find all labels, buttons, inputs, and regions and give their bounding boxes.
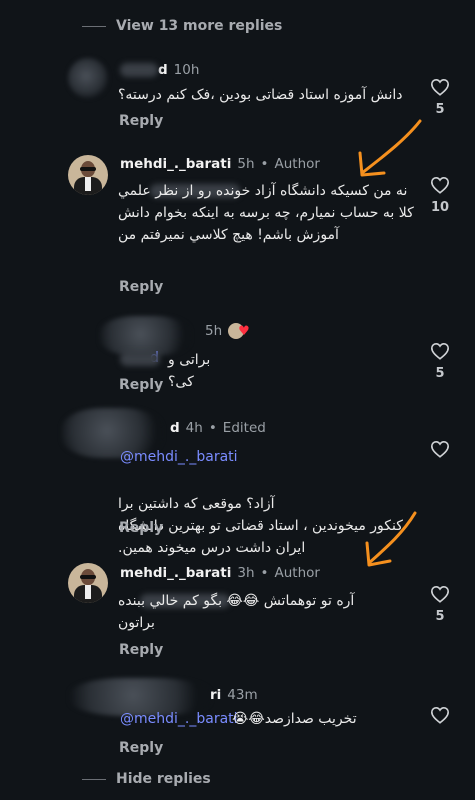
view-more-label: View 13 more replies (116, 18, 283, 34)
like-count: 5 (435, 102, 445, 117)
hide-label: Hide replies (116, 771, 211, 787)
timestamp: 3h (237, 565, 255, 581)
comment-meta: mehdi_._barati 5h • Author (120, 156, 320, 172)
heart-outline-icon (430, 440, 450, 458)
like-count: 10 (430, 200, 450, 215)
timestamp: 4h (185, 420, 203, 436)
heart-outline-icon (430, 176, 450, 194)
username-suffix[interactable]: ri (210, 687, 221, 703)
comment-text: نه من کسیکه دانشگاه آزاد خونده رو از نظر… (118, 183, 414, 243)
comment-meta: ri 43m (210, 687, 258, 703)
comment-text: براتی و کی؟ (168, 352, 211, 390)
thread-line (82, 25, 106, 27)
comment-meta: d 10h (120, 62, 199, 78)
thread-line (82, 778, 106, 780)
separator-dot: • (260, 156, 269, 172)
like-button[interactable]: 5 (428, 78, 452, 117)
reply-button[interactable]: Reply (119, 642, 163, 658)
username[interactable]: mehdi_._barati (120, 156, 231, 172)
avatar[interactable] (68, 563, 108, 603)
avatar[interactable] (68, 155, 108, 195)
reply-button[interactable]: Reply (119, 113, 163, 129)
comment-meta: d 4h • Edited (170, 420, 266, 436)
author-liked-avatar: ♥ (228, 323, 250, 339)
reply-button[interactable]: Reply (119, 279, 163, 295)
like-button[interactable]: 5 (428, 342, 452, 381)
hide-replies[interactable]: Hide replies (82, 771, 211, 787)
like-button[interactable] (428, 440, 452, 458)
username-suffix[interactable]: d (158, 62, 168, 78)
timestamp: 43m (227, 687, 258, 703)
comment-text: تخریب صدازصد😂😭 (232, 711, 357, 727)
orange-arrow-annotation (365, 511, 417, 567)
avatar[interactable] (68, 58, 108, 98)
like-button[interactable]: 10 (428, 176, 452, 215)
heart-outline-icon (430, 585, 450, 603)
orange-arrow-annotation (358, 119, 422, 177)
author-badge: Author (274, 156, 320, 172)
heart-outline-icon (430, 342, 450, 360)
username[interactable]: mehdi_._barati (120, 565, 231, 581)
edited-label: Edited (222, 420, 266, 436)
author-badge: Author (274, 565, 320, 581)
heart-outline-icon (430, 78, 450, 96)
like-button[interactable] (428, 706, 452, 724)
blurred-mention (120, 352, 160, 366)
heart-filled-icon: ♥ (238, 324, 250, 339)
timestamp: 10h (173, 62, 200, 78)
like-count: 5 (435, 366, 445, 381)
reply-button[interactable]: Reply (119, 520, 163, 536)
heart-outline-icon (430, 706, 450, 724)
view-more-replies[interactable]: View 13 more replies (82, 18, 282, 34)
comment-meta: mehdi_._barati 3h • Author (120, 565, 320, 581)
separator-dot: • (260, 565, 269, 581)
separator-dot: • (208, 420, 217, 436)
reply-button[interactable]: Reply (119, 740, 163, 756)
comment-text: آره تو توهماتش 😂😂 بگو کم خالي ببنده برات… (118, 593, 355, 631)
reply-button[interactable]: Reply (119, 377, 163, 393)
comment-text: دانش آموزه استاد قضاتی بودین ،فک کنم درس… (118, 87, 403, 103)
comment-meta: 5h ♥ (205, 323, 250, 339)
blurred-username (120, 63, 158, 77)
timestamp: 5h (237, 156, 255, 172)
like-count: 5 (435, 609, 445, 624)
timestamp: 5h (205, 323, 223, 339)
mention-link[interactable]: @mehdi_._barati (120, 711, 238, 727)
username-suffix[interactable]: d (170, 420, 180, 436)
like-button[interactable]: 5 (428, 585, 452, 624)
